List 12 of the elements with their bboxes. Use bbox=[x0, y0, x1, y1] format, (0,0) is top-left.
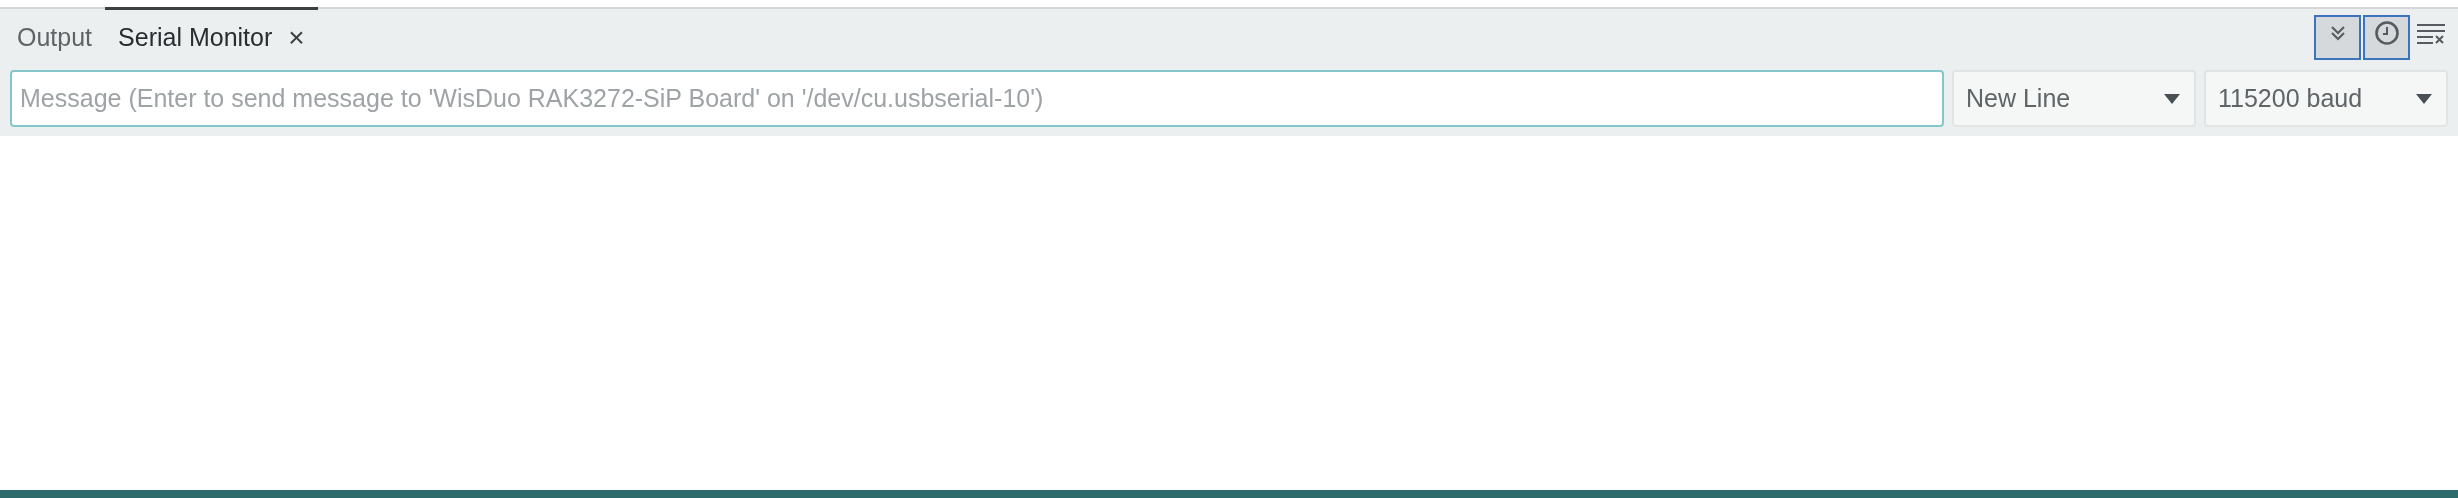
autoscroll-toggle[interactable] bbox=[2314, 14, 2361, 60]
tab[interactable]: Output bbox=[4, 7, 106, 65]
caret-down-icon bbox=[2416, 93, 2432, 104]
caret-down-icon bbox=[2164, 93, 2180, 104]
timestamp-toggle[interactable] bbox=[2363, 14, 2410, 60]
message-field[interactable]: Message (Enter to send message to 'WisDuo RAK3272-SiP Board' on '/dev/cu.usbserial-10') bbox=[10, 70, 1944, 127]
close-icon[interactable]: × bbox=[288, 16, 305, 59]
baud-rate-dropdown[interactable]: 115200 baud bbox=[2204, 70, 2448, 127]
clock-icon bbox=[2373, 20, 2400, 46]
line-ending-dropdown[interactable]: New Line bbox=[1952, 70, 2196, 127]
tab[interactable]: Serial Monitor × bbox=[105, 7, 318, 65]
clear-output-icon[interactable] bbox=[2416, 23, 2446, 45]
